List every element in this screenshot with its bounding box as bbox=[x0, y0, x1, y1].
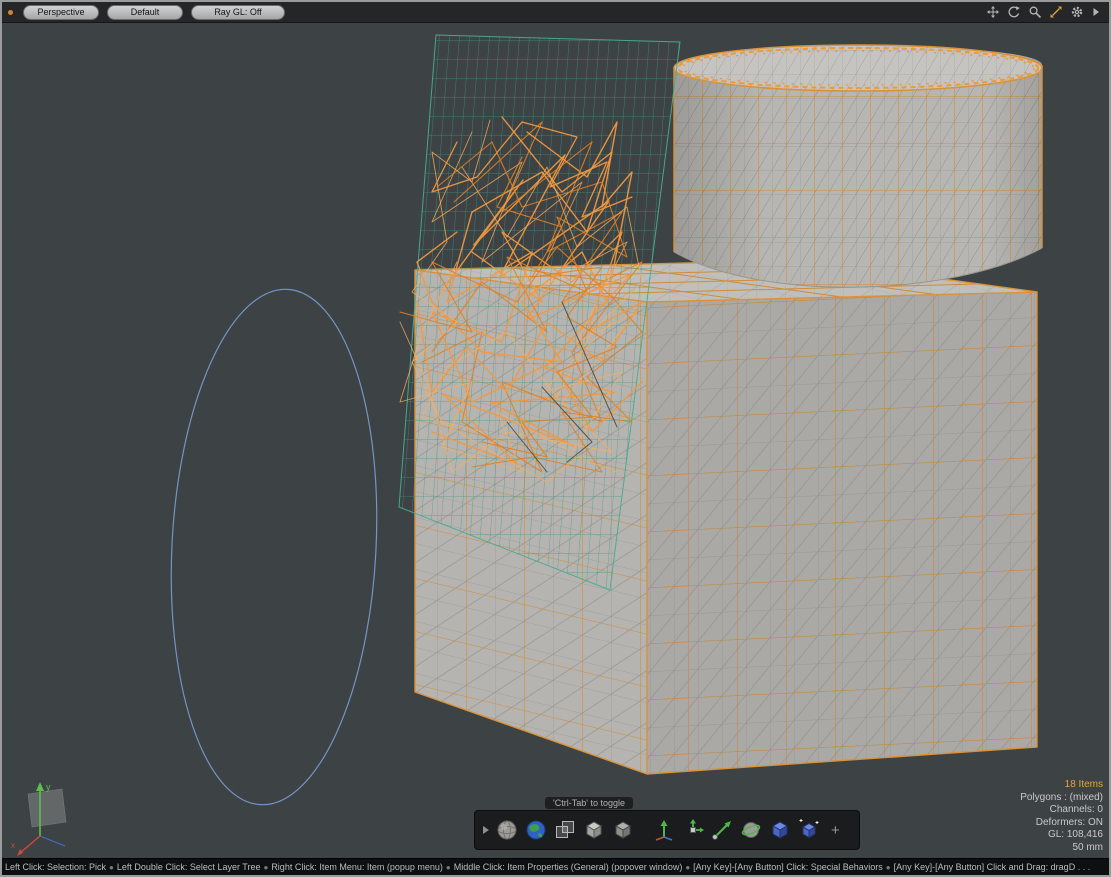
ghost-cubes-icon[interactable] bbox=[552, 817, 578, 843]
view-type-button[interactable]: Perspective bbox=[23, 5, 99, 20]
x-axis bbox=[20, 836, 40, 853]
gear-icon[interactable] bbox=[1070, 5, 1084, 19]
status-segment: Left Click: Selection: Pick bbox=[5, 862, 106, 872]
move-tool-icon[interactable] bbox=[651, 817, 677, 843]
falloff-cube-icon[interactable] bbox=[767, 817, 793, 843]
sphere-primitive-icon[interactable] bbox=[494, 817, 520, 843]
add-tool-button[interactable]: + bbox=[831, 823, 840, 838]
toolbar-expand-icon[interactable] bbox=[481, 817, 491, 843]
status-segment: Middle Click: Item Properties (General) … bbox=[454, 862, 683, 872]
axis-gizmo: y x bbox=[10, 774, 100, 866]
viewport-stats: 18 Items Polygons : (mixed) Channels: 0 … bbox=[1020, 779, 1103, 854]
rotate-tool-icon[interactable] bbox=[738, 817, 764, 843]
status-bar: Left Click: Selection: Pick●Left Double … bbox=[2, 858, 1109, 875]
bullet-separator: ● bbox=[685, 863, 690, 872]
focal-length-stat: 50 mm bbox=[1020, 842, 1103, 855]
drag-tool-icon[interactable] bbox=[709, 817, 735, 843]
modo-viewport-window: Perspective Default Ray GL: Off bbox=[0, 0, 1111, 877]
polygons-stat: Polygons : (mixed) bbox=[1020, 792, 1103, 805]
bullet-separator: ● bbox=[446, 863, 451, 872]
x-axis-label: x bbox=[11, 841, 15, 850]
cube-icon[interactable] bbox=[581, 817, 607, 843]
bullet-separator: ● bbox=[263, 863, 268, 872]
maximize-icon[interactable] bbox=[1049, 5, 1063, 19]
y-axis-arrow bbox=[36, 782, 44, 791]
gl-stat: GL: 108,416 bbox=[1020, 829, 1103, 842]
status-segment: [Any Key]-[Any Button] Click: Special Be… bbox=[693, 862, 883, 872]
earth-icon[interactable] bbox=[523, 817, 549, 843]
bullet-separator: ● bbox=[109, 863, 114, 872]
deformers-stat: Deformers: ON bbox=[1020, 817, 1103, 830]
shading-style-button[interactable]: Default bbox=[107, 5, 183, 20]
sculpt-cube-icon[interactable] bbox=[796, 817, 822, 843]
y-axis-label: y bbox=[46, 782, 51, 792]
status-segment: [Any Key]-[Any Button] Click and Drag: d… bbox=[894, 862, 1091, 872]
cylinder-mesh-item[interactable] bbox=[674, 45, 1042, 287]
flyout-arrow-icon[interactable] bbox=[1091, 5, 1101, 19]
pie-switcher-toolbar: + bbox=[474, 810, 860, 850]
scale-tool-icon[interactable] bbox=[680, 817, 706, 843]
raygl-button[interactable]: Ray GL: Off bbox=[191, 5, 285, 20]
zoom-icon[interactable] bbox=[1028, 5, 1042, 19]
viewport-header: Perspective Default Ray GL: Off bbox=[2, 2, 1109, 23]
orbit-icon[interactable] bbox=[1007, 5, 1021, 19]
z-axis bbox=[40, 836, 65, 846]
viewport-3d[interactable] bbox=[2, 2, 1111, 877]
items-count: 18 Items bbox=[1020, 779, 1103, 792]
bullet-separator: ● bbox=[886, 863, 891, 872]
status-segment: Right Click: Item Menu: Item (popup menu… bbox=[271, 862, 443, 872]
pan-icon[interactable] bbox=[986, 5, 1000, 19]
cube-dark-icon[interactable] bbox=[610, 817, 636, 843]
x-axis-arrow bbox=[17, 849, 23, 856]
workplane-square bbox=[28, 789, 66, 827]
status-segment: Left Double Click: Select Layer Tree bbox=[117, 862, 261, 872]
active-viewport-dot bbox=[8, 10, 13, 15]
channels-stat: Channels: 0 bbox=[1020, 804, 1103, 817]
ctrl-tab-tooltip: 'Ctrl-Tab' to toggle bbox=[545, 797, 633, 809]
